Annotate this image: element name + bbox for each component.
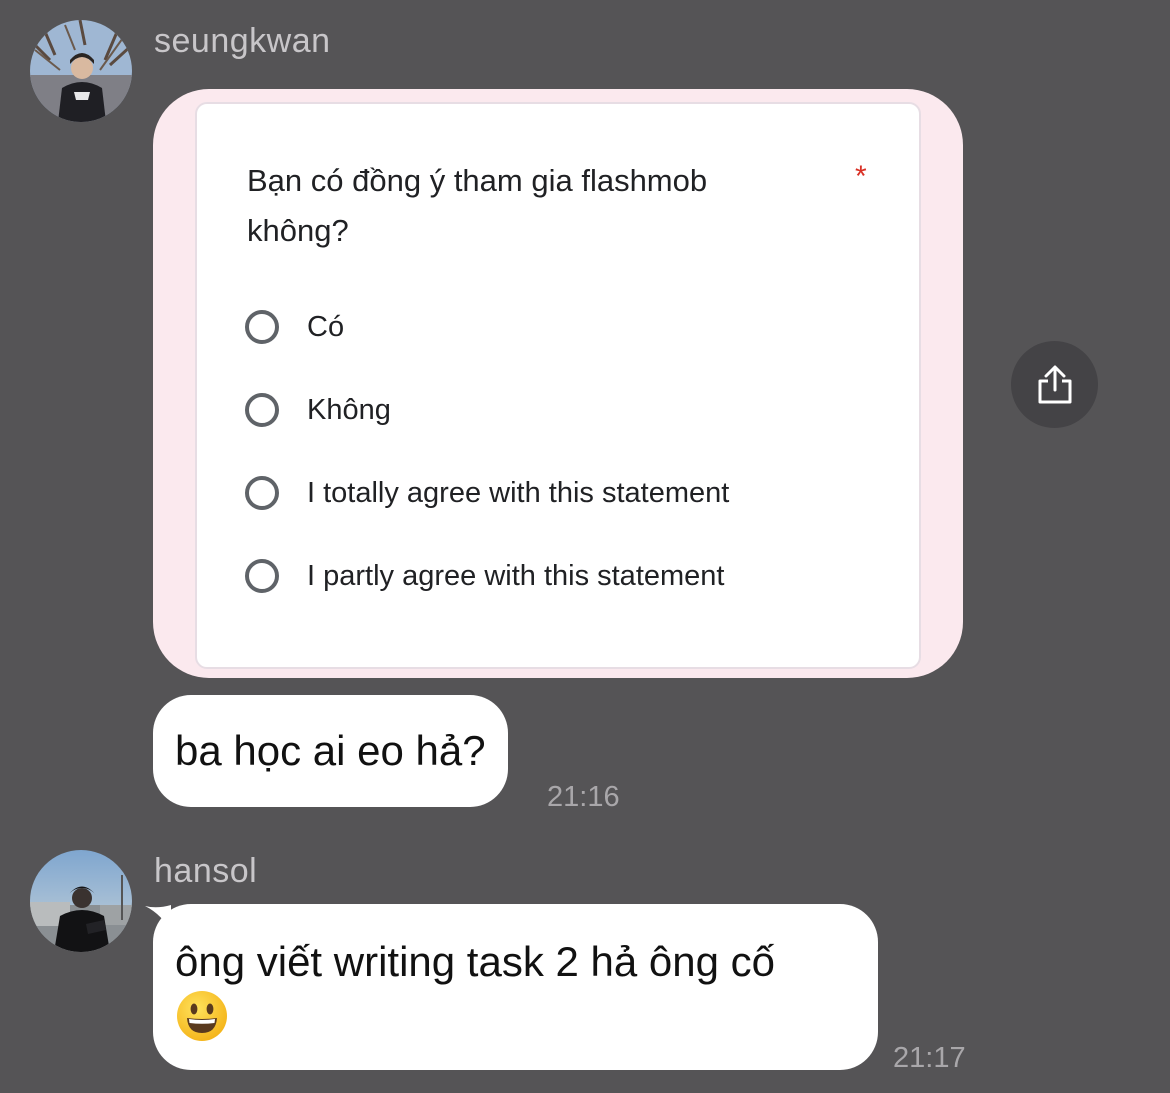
form-option-label: I partly agree with this statement: [307, 559, 725, 592]
form-question-card: Bạn có đồng ý tham gia flashmob không? *…: [195, 102, 921, 669]
form-option-partly-agree[interactable]: I partly agree with this statement: [245, 559, 724, 593]
avatar-seungkwan[interactable]: [30, 20, 132, 122]
message-timestamp: 21:17: [893, 1042, 966, 1074]
radio-button[interactable]: [245, 310, 279, 344]
avatar-hansol-photo: [30, 850, 132, 952]
message-bubble[interactable]: ông viết writing task 2 hả ông cố: [153, 904, 878, 1070]
share-button[interactable]: [1011, 341, 1098, 428]
form-option-co[interactable]: Có: [245, 310, 344, 344]
form-question-text: Bạn có đồng ý tham gia flashmob không?: [247, 163, 708, 248]
form-option-label: I totally agree with this statement: [307, 476, 730, 509]
radio-button[interactable]: [245, 476, 279, 510]
message-bubble[interactable]: ba học ai eo hả?: [153, 695, 508, 807]
grinning-face-icon: [175, 989, 229, 1056]
form-option-label: Không: [307, 393, 391, 426]
avatar-hansol[interactable]: [30, 850, 132, 952]
form-option-totally-agree[interactable]: I totally agree with this statement: [245, 476, 729, 510]
sender-name-hansol: hansol: [154, 852, 258, 890]
sender-name-seungkwan: seungkwan: [154, 22, 331, 60]
message-text: ông viết writing task 2 hả ông cố: [175, 938, 776, 985]
radio-button[interactable]: [245, 393, 279, 427]
avatar-seungkwan-photo: [30, 20, 132, 122]
message-text: ba học ai eo hả?: [175, 727, 486, 774]
shared-form-image[interactable]: Bạn có đồng ý tham gia flashmob không? *…: [153, 89, 963, 678]
form-option-label: Có: [307, 310, 345, 343]
required-asterisk: *: [855, 160, 867, 193]
share-upload-icon: [1038, 365, 1071, 403]
radio-button[interactable]: [245, 559, 279, 593]
message-timestamp: 21:16: [547, 781, 620, 813]
form-option-khong[interactable]: Không: [245, 393, 391, 427]
